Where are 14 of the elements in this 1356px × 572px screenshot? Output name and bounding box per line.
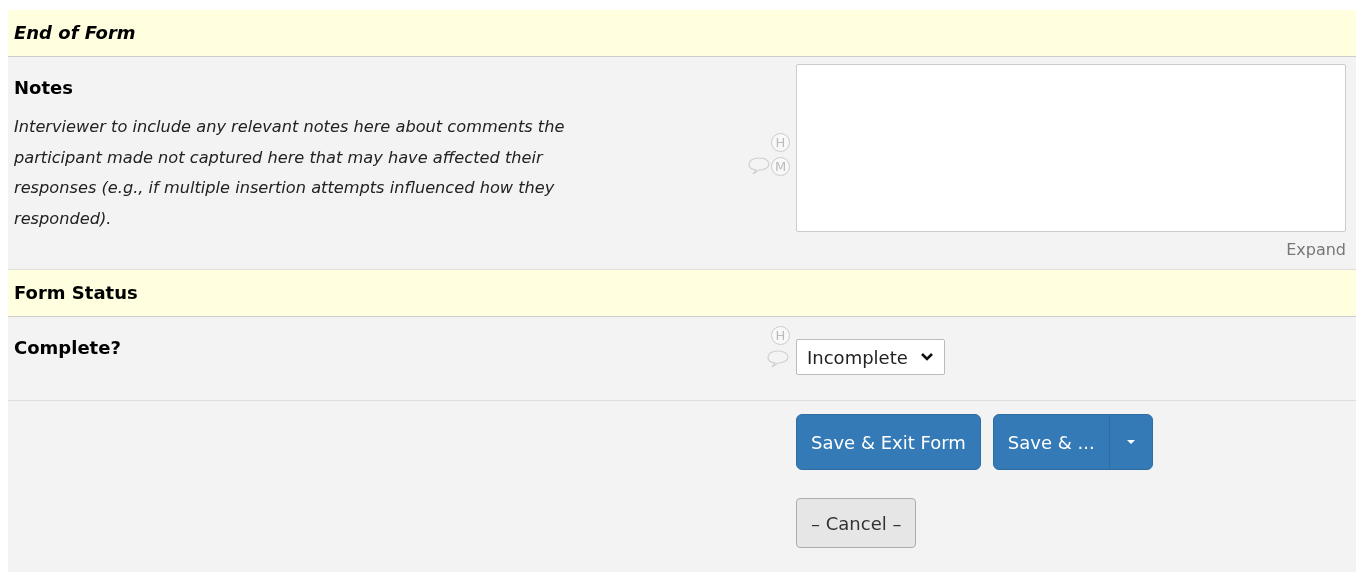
cancel-button[interactable]: – Cancel –	[796, 498, 917, 548]
chevron-down-icon[interactable]	[919, 352, 934, 362]
save-exit-button[interactable]: Save & Exit Form	[796, 414, 981, 470]
comment-icon[interactable]	[747, 156, 771, 176]
notes-textarea[interactable]	[796, 64, 1346, 232]
status-dropdown[interactable]: Incomplete	[796, 339, 945, 375]
comment-icon[interactable]	[766, 349, 790, 369]
section-header: End of Form	[14, 22, 136, 43]
expand-link[interactable]: Expand	[1286, 240, 1346, 259]
save-button[interactable]: Save & ...	[993, 415, 1110, 469]
field-note: Interviewer to include any relevant notes here about comments the participant made not captured here that may have affected their responses (e.g., if multiple insertion attempts influenced how they responded).	[14, 116, 566, 230]
field-label: Complete?	[14, 337, 122, 358]
field-label: Notes	[14, 77, 74, 98]
section-header: Form Status	[14, 282, 138, 303]
